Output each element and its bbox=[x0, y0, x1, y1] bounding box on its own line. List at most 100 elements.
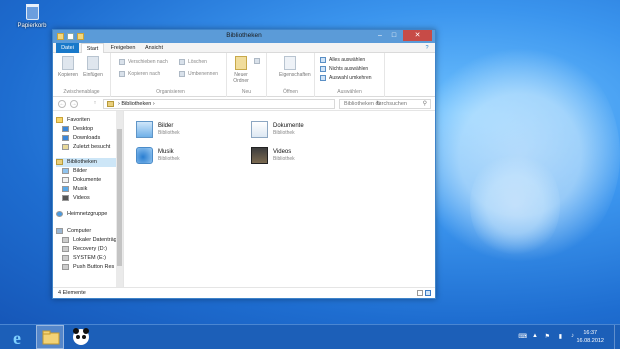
new-item-icon bbox=[254, 58, 260, 64]
clock-date: 16.08.2012 bbox=[576, 338, 604, 344]
new-folder-label: Neuer Ordner bbox=[233, 72, 249, 84]
breadcrumb-sep: › bbox=[152, 101, 155, 107]
flag-icon[interactable]: ⚑ bbox=[545, 333, 550, 340]
panda-icon bbox=[73, 328, 89, 345]
drive-icon bbox=[62, 246, 69, 252]
forward-button[interactable]: → bbox=[70, 100, 78, 108]
clipboard-group: Kopieren Einfügen Zwischenablage bbox=[53, 53, 111, 97]
library-name: Dokumente bbox=[273, 123, 304, 129]
organize-group: Verschieben nach Kopieren nach Löschen U… bbox=[115, 53, 227, 97]
close-button[interactable]: ✕ bbox=[403, 30, 432, 41]
nav-item-local-disk[interactable]: Lokaler Datenträger bbox=[62, 236, 122, 245]
keyboard-icon[interactable]: ⌨ bbox=[518, 333, 527, 340]
select-group-label: Auswählen bbox=[337, 89, 362, 95]
nav-item-recent[interactable]: Zuletzt besucht bbox=[62, 143, 110, 152]
copy-to-icon bbox=[119, 71, 125, 77]
recycle-bin[interactable]: Papierkorb bbox=[16, 4, 48, 29]
search-icon[interactable]: ⚲ bbox=[423, 100, 427, 108]
open-group: Eigenschaften Öffnen bbox=[267, 53, 315, 97]
copy-to-button[interactable]: Kopieren nach bbox=[119, 70, 160, 78]
file-explorer-icon bbox=[42, 330, 60, 345]
delete-button[interactable]: Löschen bbox=[179, 58, 207, 66]
select-all-button[interactable]: Alles auswählen bbox=[320, 56, 365, 64]
library-item[interactable]: Videos Bibliothek bbox=[251, 147, 351, 169]
library-item[interactable]: Musik Bibliothek bbox=[136, 147, 236, 169]
paste-button[interactable]: Einfügen bbox=[82, 56, 104, 78]
new-group: Neuer Ordner Neu bbox=[227, 53, 267, 97]
nav-item-pictures[interactable]: Bilder bbox=[62, 167, 87, 176]
move-to-icon bbox=[119, 59, 125, 65]
nav-item-music[interactable]: Musik bbox=[62, 185, 87, 194]
copy-button[interactable]: Kopieren bbox=[57, 56, 79, 78]
nav-item-downloads[interactable]: Downloads bbox=[62, 134, 100, 143]
star-icon bbox=[56, 117, 63, 123]
nav-item-system[interactable]: SYSTEM (E:) bbox=[62, 254, 106, 263]
explorer-window: Bibliotheken – □ ✕ Datei Start Freigeben… bbox=[52, 29, 436, 299]
maximize-button[interactable]: □ bbox=[387, 30, 401, 41]
address-bar[interactable]: › Bibliotheken › ↻ bbox=[103, 99, 381, 109]
navigation-pane: Favoriten Desktop Downloads Zuletzt besu… bbox=[53, 111, 124, 287]
tab-share[interactable]: Freigeben bbox=[108, 43, 138, 53]
library-type: Bibliothek bbox=[158, 130, 180, 136]
library-type: Bibliothek bbox=[158, 156, 180, 162]
file-explorer-button[interactable] bbox=[36, 325, 64, 349]
search-input[interactable]: Bibliotheken durchsuchen ⚲ bbox=[339, 99, 431, 109]
details-view-icon[interactable] bbox=[417, 290, 423, 296]
content-pane: Bilder Bibliothek Dokumente Bibliothek M… bbox=[124, 111, 435, 287]
nav-item-favorites[interactable]: Favoriten bbox=[56, 116, 90, 125]
library-item[interactable]: Bilder Bibliothek bbox=[136, 121, 236, 143]
nav-item-homegroup[interactable]: Heimnetzgruppe bbox=[56, 210, 107, 219]
tab-file[interactable]: Datei bbox=[56, 43, 79, 53]
nav-item-recovery[interactable]: Recovery (D:) bbox=[62, 245, 107, 254]
volume-icon[interactable]: ♪ bbox=[571, 333, 574, 339]
videos-library-icon bbox=[251, 147, 268, 164]
nav-item-desktop[interactable]: Desktop bbox=[62, 125, 93, 134]
recent-places-icon bbox=[62, 144, 69, 150]
downloads-icon bbox=[62, 135, 69, 141]
svg-text:e: e bbox=[13, 328, 21, 348]
drive-icon bbox=[62, 255, 69, 261]
documents-library-icon bbox=[251, 121, 268, 138]
nav-item-libraries[interactable]: Bibliotheken bbox=[56, 158, 116, 167]
up-button[interactable]: ↑ bbox=[91, 100, 99, 108]
nav-item-computer[interactable]: Computer bbox=[56, 227, 91, 236]
help-button[interactable]: ? bbox=[423, 43, 431, 53]
tiles-view-icon[interactable] bbox=[425, 290, 431, 296]
delete-icon bbox=[179, 59, 185, 65]
computer-icon bbox=[56, 228, 63, 234]
clock-time: 16:37 bbox=[583, 330, 598, 336]
library-name: Musik bbox=[158, 149, 174, 155]
invert-selection-button[interactable]: Auswahl umkehren bbox=[320, 74, 372, 82]
libraries-icon bbox=[56, 159, 63, 165]
tab-view[interactable]: Ansicht bbox=[143, 43, 165, 53]
select-all-icon bbox=[320, 57, 326, 63]
pinned-app-button[interactable] bbox=[68, 325, 94, 349]
ribbon: Kopieren Einfügen Zwischenablage Verschi… bbox=[53, 53, 435, 97]
minimize-button[interactable]: – bbox=[373, 30, 387, 41]
library-item[interactable]: Dokumente Bibliothek bbox=[251, 121, 351, 143]
paste-icon bbox=[87, 56, 99, 70]
new-folder-button[interactable]: Neuer Ordner bbox=[230, 56, 252, 84]
clock[interactable]: 16:37 16.08.2012 bbox=[576, 329, 604, 345]
properties-label: Eigenschaften bbox=[279, 72, 311, 78]
recycle-bin-icon bbox=[25, 4, 39, 20]
title-bar[interactable]: Bibliotheken – □ ✕ bbox=[53, 30, 435, 43]
nav-item-videos[interactable]: Videos bbox=[62, 194, 90, 203]
breadcrumb-libraries[interactable]: Bibliotheken bbox=[121, 101, 151, 107]
properties-button[interactable]: Eigenschaften bbox=[279, 56, 311, 78]
show-desktop-button[interactable] bbox=[614, 325, 620, 349]
recycle-bin-label: Papierkorb bbox=[17, 23, 47, 29]
internet-explorer-button[interactable]: e bbox=[6, 325, 32, 349]
show-hidden-icons[interactable]: ▲ bbox=[532, 333, 538, 339]
move-to-button[interactable]: Verschieben nach bbox=[119, 58, 168, 66]
back-button[interactable]: ← bbox=[58, 100, 66, 108]
nav-item-documents[interactable]: Dokumente bbox=[62, 176, 101, 185]
item-count: 4 Elemente bbox=[58, 290, 86, 296]
nav-scrollbar-thumb[interactable] bbox=[117, 129, 122, 266]
rename-button[interactable]: Umbenennen bbox=[179, 70, 218, 78]
select-none-button[interactable]: Nichts auswählen bbox=[320, 65, 368, 73]
nav-item-push-button-reset[interactable]: Push Button Res bbox=[62, 263, 114, 272]
library-type: Bibliothek bbox=[273, 130, 295, 136]
network-icon[interactable]: ▮ bbox=[559, 333, 562, 340]
pictures-icon bbox=[62, 168, 69, 174]
